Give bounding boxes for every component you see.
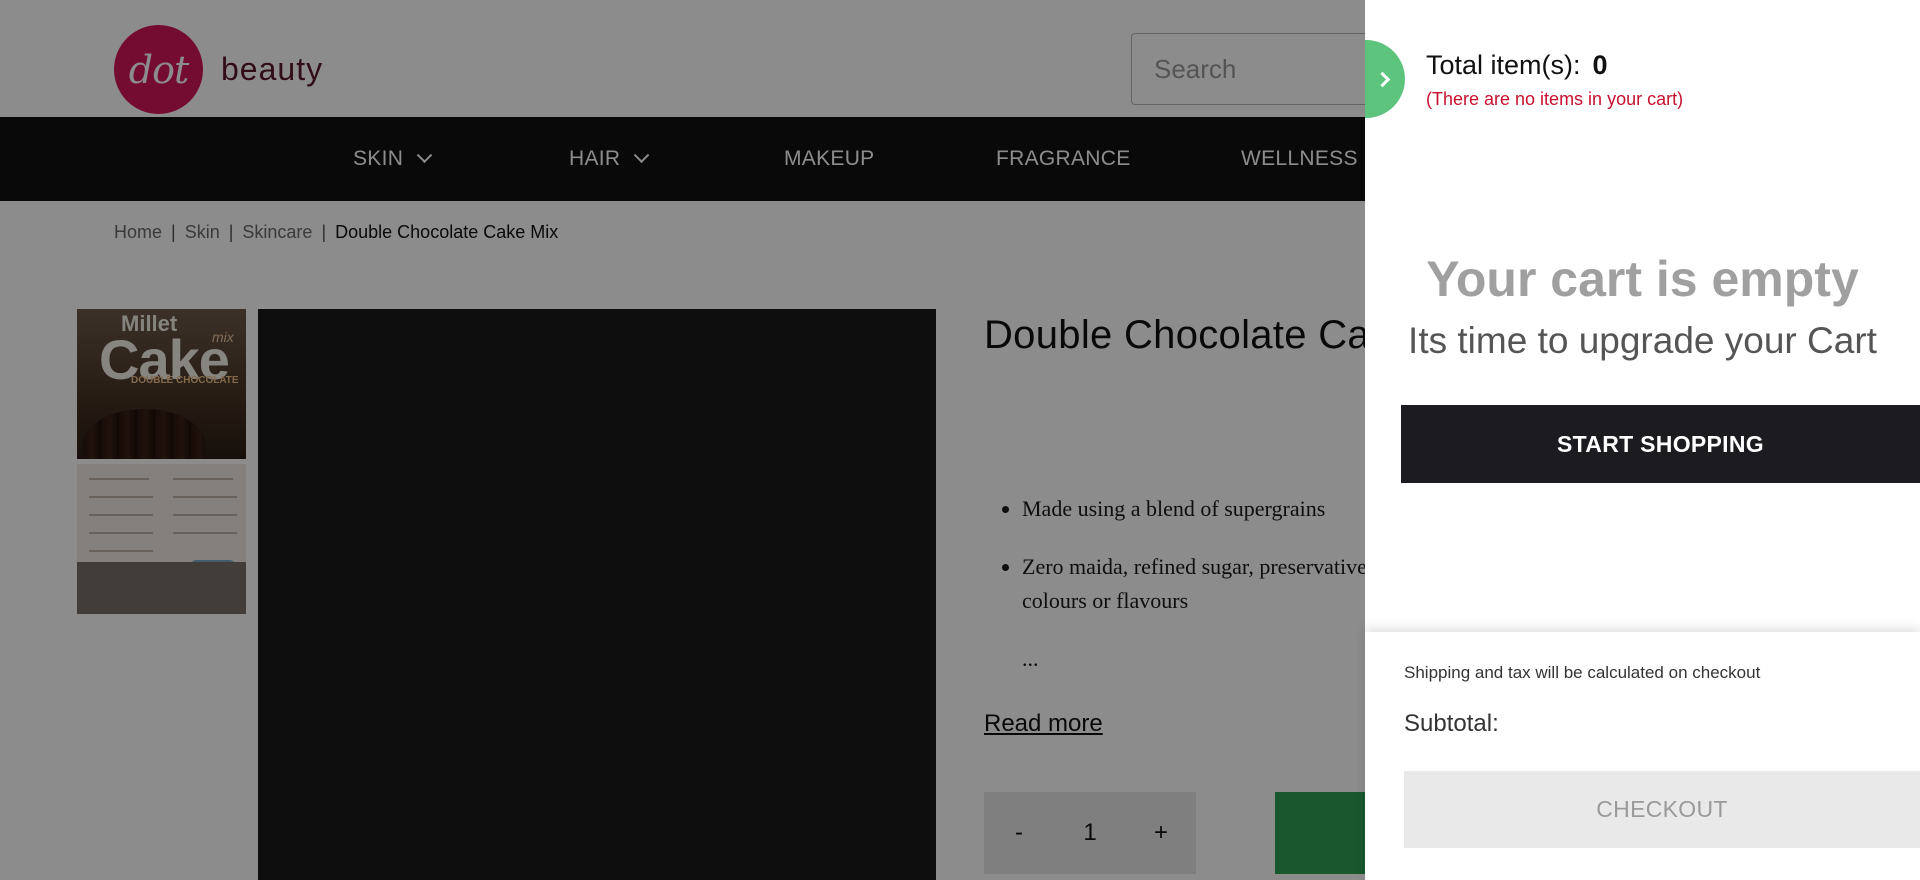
total-items-count: 0 [1592,50,1608,80]
start-shopping-button[interactable]: START SHOPPING [1401,405,1920,483]
cart-total-items: Total item(s): 0 [1426,50,1608,81]
chevron-right-icon [1374,71,1390,87]
total-items-label: Total item(s): [1426,50,1581,80]
shipping-note: Shipping and tax will be calculated on c… [1404,663,1761,682]
cart-empty-subtitle: Its time to upgrade your Cart [1408,320,1877,361]
cart-empty-title: Your cart is empty [1426,251,1859,307]
checkout-button[interactable]: CHECKOUT [1404,771,1920,848]
cart-empty-note: (There are no items in your cart) [1426,89,1684,109]
subtotal-label: Subtotal: [1404,710,1499,737]
